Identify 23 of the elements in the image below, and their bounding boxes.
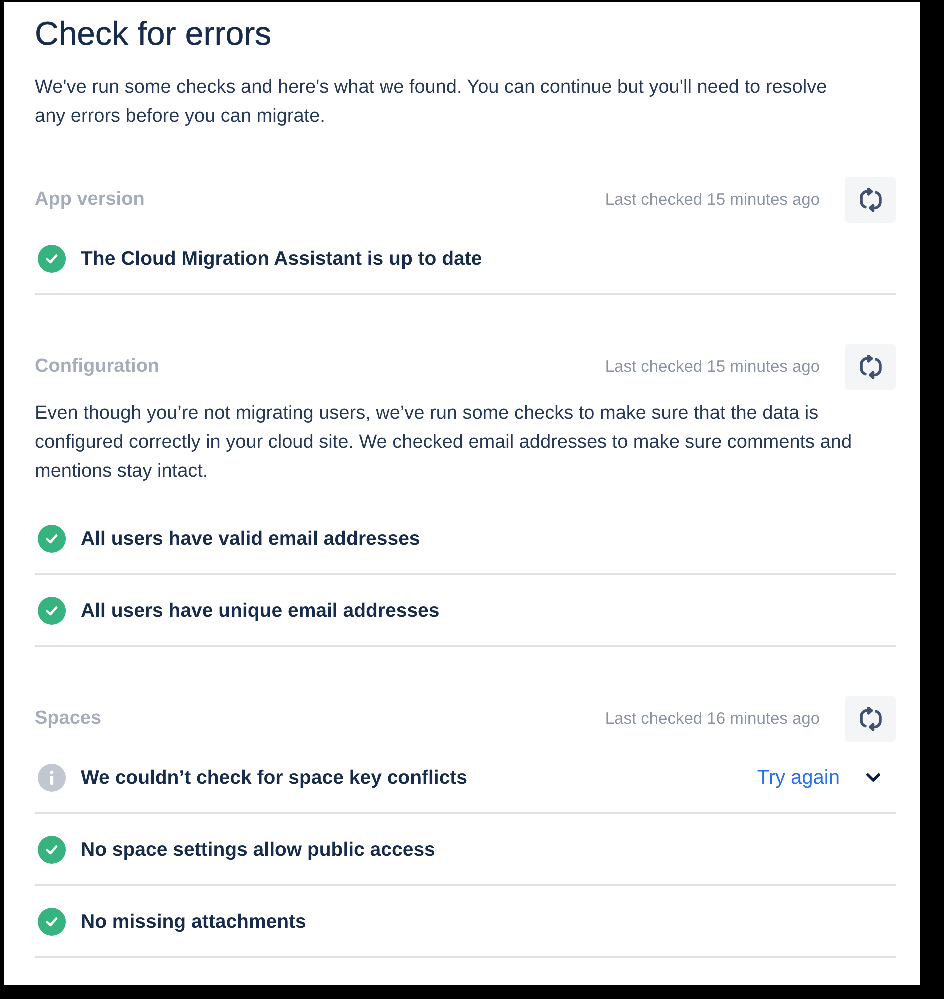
refresh-icon: [858, 188, 884, 212]
refresh-button[interactable]: [845, 696, 896, 742]
check-result-text: The Cloud Migration Assistant is up to date: [81, 248, 482, 270]
section-title: Configuration: [35, 356, 160, 378]
chevron-down-icon: [866, 773, 880, 783]
check-result-text: No space settings allow public access: [81, 838, 436, 862]
section-description: Even though you’re not migrating users, we’ve run some checks to make sure that the data is configured correctly in your cloud site. We checked email addresses to make sure comments and mentions stay intact.: [35, 402, 854, 484]
last-checked-text: Last checked 15 minutes ago: [605, 358, 820, 376]
section-title: App version: [35, 189, 145, 211]
try-again-link[interactable]: Try again: [757, 766, 840, 790]
intro-text: We've run some checks and here's what we found. You can continue but you'll need to resolve any errors before you can migrate.: [35, 76, 828, 129]
refresh-icon: [858, 707, 884, 731]
last-checked-text: Last checked 16 minutes ago: [605, 710, 820, 728]
check-result-text: No missing attachments: [81, 910, 306, 934]
check-result-text: We couldn’t check for space key conflicts: [81, 766, 468, 790]
refresh-button[interactable]: [845, 344, 896, 390]
section-title: Spaces: [35, 708, 102, 730]
refresh-button[interactable]: [845, 177, 896, 223]
refresh-icon: [858, 355, 884, 379]
check-result-text: All users have unique email addresses: [81, 600, 440, 622]
last-checked-text: Last checked 15 minutes ago: [605, 190, 820, 210]
page-title: Check for errors: [35, 14, 272, 54]
check-result-text: All users have valid email addresses: [81, 528, 420, 550]
